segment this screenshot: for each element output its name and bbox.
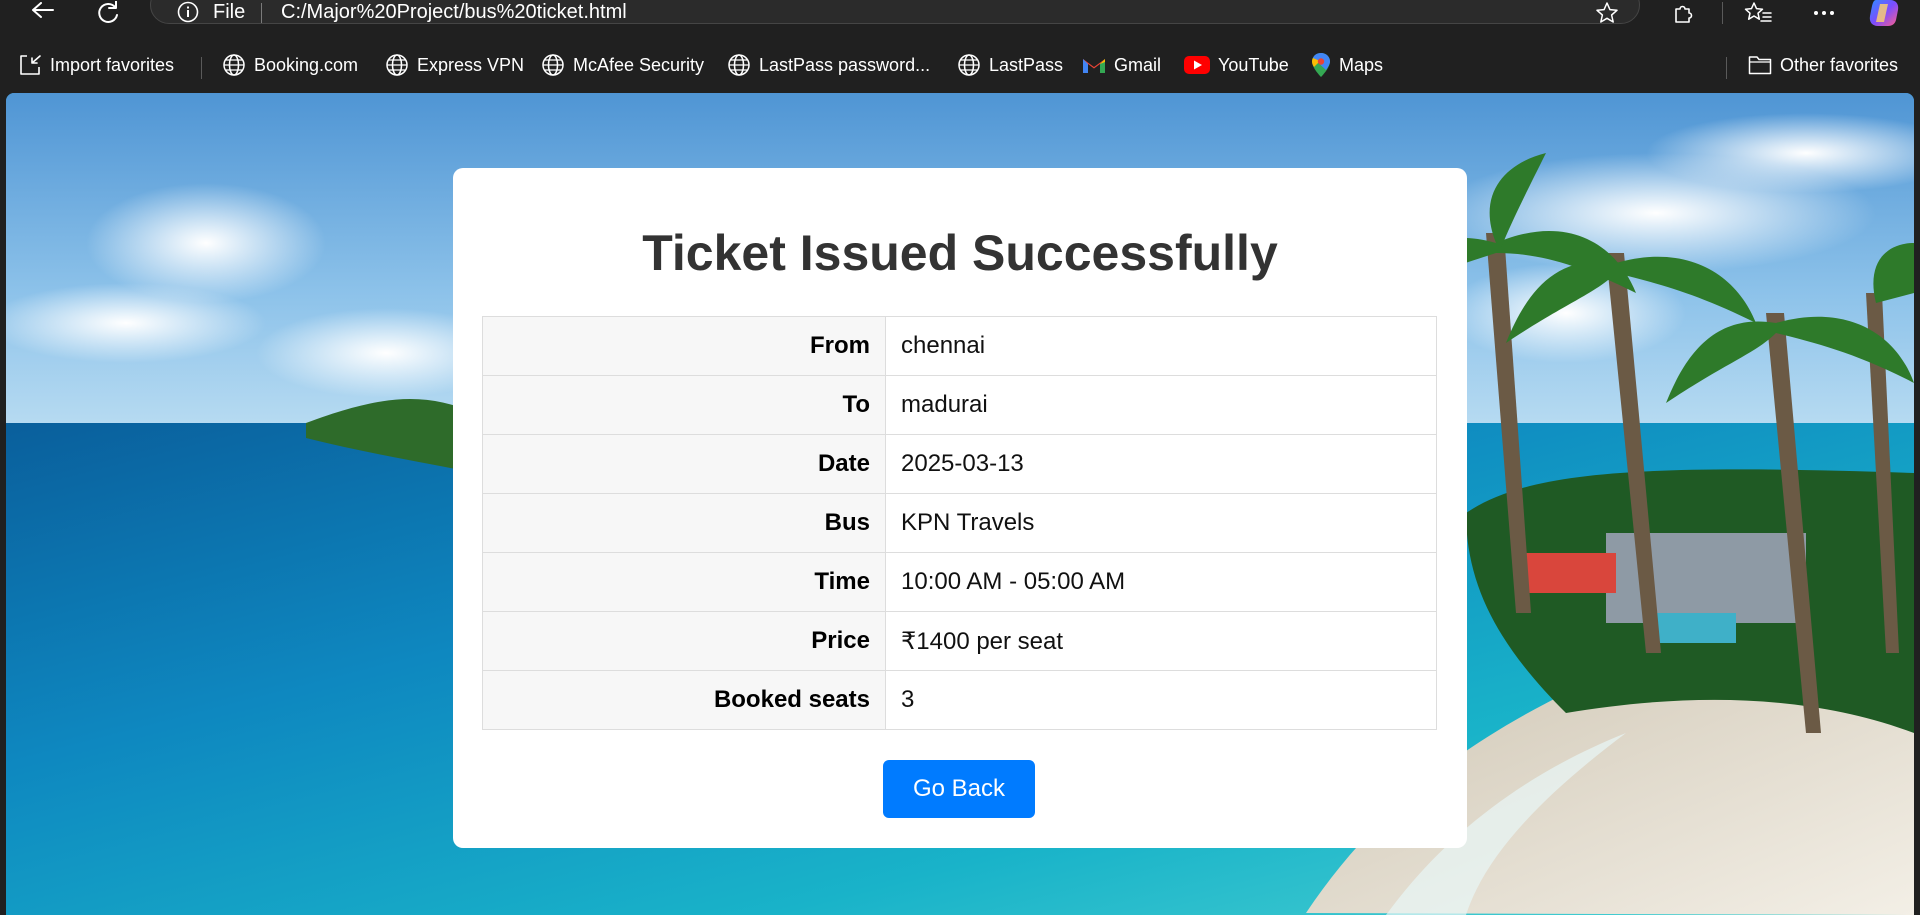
ticket-card: Ticket Issued Successfully From chennai … bbox=[453, 168, 1467, 848]
table-row: To madurai bbox=[482, 375, 1437, 435]
table-row: Bus KPN Travels bbox=[482, 493, 1437, 553]
row-value-booked-seats: 3 bbox=[885, 670, 1437, 730]
favorite-label: Maps bbox=[1339, 54, 1384, 75]
maps-icon bbox=[1312, 53, 1330, 77]
url-text[interactable]: C:/Major%20Project/bus%20ticket.html bbox=[281, 1, 627, 24]
row-label-bus: Bus bbox=[482, 493, 886, 553]
favorite-express-vpn[interactable]: Express VPN bbox=[385, 52, 524, 78]
row-label-date: Date bbox=[482, 434, 886, 494]
globe-icon bbox=[386, 54, 408, 76]
row-label-booked-seats: Booked seats bbox=[482, 670, 886, 730]
globe-icon bbox=[958, 54, 980, 76]
favorites-divider bbox=[201, 57, 202, 79]
favorite-youtube[interactable]: YouTube bbox=[1184, 52, 1289, 78]
go-back-button[interactable]: Go Back bbox=[883, 760, 1035, 818]
row-label-time: Time bbox=[482, 552, 886, 612]
extensions-button[interactable] bbox=[1666, 0, 1702, 26]
row-label-to: To bbox=[482, 375, 886, 435]
info-icon[interactable] bbox=[177, 1, 199, 23]
folder-icon bbox=[1748, 56, 1772, 75]
favorites-divider bbox=[1726, 57, 1727, 79]
favorite-gmail[interactable]: Gmail bbox=[1082, 52, 1161, 78]
favorite-label: Other favorites bbox=[1780, 54, 1899, 75]
page-title: Ticket Issued Successfully bbox=[642, 225, 1278, 281]
favorites-star-icon bbox=[1744, 2, 1772, 22]
favorite-maps[interactable]: Maps bbox=[1311, 52, 1383, 78]
favorite-label: McAfee Security bbox=[573, 54, 705, 75]
table-row: From chennai bbox=[482, 316, 1437, 376]
youtube-icon bbox=[1184, 56, 1210, 74]
ticket-details-table: From chennai To madurai Date 2025-03-13 … bbox=[482, 316, 1437, 730]
table-row: Time 10:00 AM - 05:00 AM bbox=[482, 552, 1437, 612]
row-value-from: chennai bbox=[885, 316, 1437, 376]
row-value-time: 10:00 AM - 05:00 AM bbox=[885, 552, 1437, 612]
favorites-button[interactable] bbox=[1740, 0, 1776, 26]
globe-icon bbox=[223, 54, 245, 76]
address-bar[interactable]: File C:/Major%20Project/bus%20ticket.htm… bbox=[150, 0, 1640, 24]
row-value-bus: KPN Travels bbox=[885, 493, 1437, 553]
globe-icon bbox=[728, 54, 750, 76]
browser-toolbar: File C:/Major%20Project/bus%20ticket.htm… bbox=[0, 0, 1920, 26]
back-arrow-icon bbox=[32, 2, 54, 18]
toolbar-divider bbox=[1722, 2, 1723, 24]
table-row: Date 2025-03-13 bbox=[482, 434, 1437, 494]
gmail-icon bbox=[1083, 59, 1105, 73]
back-button[interactable] bbox=[24, 0, 60, 26]
address-separator bbox=[261, 3, 262, 23]
more-dots-icon bbox=[1814, 11, 1834, 15]
favorite-label: Gmail bbox=[1114, 54, 1162, 75]
copilot-icon bbox=[1869, 0, 1899, 26]
page-viewport: Ticket Issued Successfully From chennai … bbox=[6, 93, 1914, 915]
favorite-label: Import favorites bbox=[50, 54, 175, 75]
favorite-lastpass[interactable]: LastPass bbox=[957, 52, 1063, 78]
refresh-icon bbox=[98, 1, 118, 23]
scheme-label: File bbox=[213, 1, 246, 23]
copilot-button[interactable] bbox=[1866, 0, 1902, 26]
favorite-other-folder[interactable]: Other favorites bbox=[1748, 52, 1898, 78]
favorite-label: LastPass bbox=[989, 54, 1064, 75]
row-value-to: madurai bbox=[885, 375, 1437, 435]
refresh-button[interactable] bbox=[90, 0, 126, 26]
star-icon[interactable] bbox=[1595, 1, 1619, 25]
row-value-date: 2025-03-13 bbox=[885, 434, 1437, 494]
more-button[interactable] bbox=[1806, 0, 1842, 26]
row-label-from: From bbox=[482, 316, 886, 376]
favorite-mcafee[interactable]: McAfee Security bbox=[541, 52, 704, 78]
favorite-label: YouTube bbox=[1218, 54, 1289, 75]
favorite-import[interactable]: Import favorites bbox=[18, 52, 174, 78]
puzzle-icon bbox=[1675, 5, 1693, 23]
import-favorites-icon bbox=[20, 55, 41, 75]
favorite-lastpass-password[interactable]: LastPass password... bbox=[727, 52, 930, 78]
favorite-booking[interactable]: Booking.com bbox=[222, 52, 358, 78]
favorite-label: Express VPN bbox=[417, 54, 525, 75]
row-value-price: ₹1400 per seat bbox=[885, 611, 1437, 671]
favorites-bar: Import favorites Booking.com Express VPN… bbox=[0, 44, 1920, 86]
table-row: Price ₹1400 per seat bbox=[482, 611, 1437, 671]
favorite-label: Booking.com bbox=[254, 54, 359, 75]
favorite-label: LastPass password... bbox=[759, 54, 931, 75]
row-label-price: Price bbox=[482, 611, 886, 671]
table-row: Booked seats 3 bbox=[482, 670, 1437, 730]
globe-icon bbox=[542, 54, 564, 76]
